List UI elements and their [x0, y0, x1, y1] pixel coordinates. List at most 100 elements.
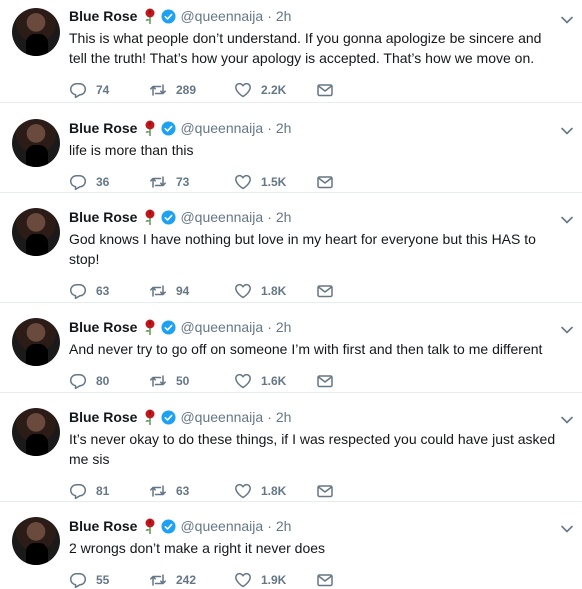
tweet-actions: 63 94 1.8K — [69, 281, 582, 301]
tweet-header: Blue Rose @queennaija · 2h — [69, 517, 582, 535]
envelope-icon — [317, 285, 333, 298]
retweet-button[interactable]: 63 — [149, 482, 234, 500]
retweet-icon — [150, 485, 166, 497]
retweet-count: 63 — [176, 484, 190, 498]
timestamp[interactable]: 2h — [276, 408, 292, 426]
avatar[interactable] — [12, 8, 60, 56]
retweet-count: 242 — [176, 573, 197, 587]
retweet-icon — [150, 285, 166, 297]
heart-icon — [235, 483, 251, 499]
direct-message-button[interactable] — [316, 372, 396, 390]
reply-icon — [69, 175, 87, 191]
chevron-down-icon[interactable] — [560, 123, 574, 135]
timestamp[interactable]: 2h — [276, 7, 292, 25]
chevron-down-icon[interactable] — [560, 412, 574, 424]
reply-button[interactable]: 55 — [69, 571, 149, 589]
chevron-down-icon[interactable] — [560, 212, 574, 224]
user-handle[interactable]: @queennaija — [180, 119, 263, 137]
tweet-feed: Blue Rose @queennaija · 2h This is what … — [0, 0, 582, 589]
reply-button[interactable]: 81 — [69, 482, 149, 500]
avatar[interactable] — [12, 208, 60, 256]
user-handle[interactable]: @queennaija — [180, 208, 263, 226]
display-name[interactable]: Blue Rose — [69, 119, 137, 137]
retweet-button[interactable]: 94 — [149, 282, 234, 300]
reply-count: 55 — [96, 573, 110, 587]
reply-icon — [69, 573, 87, 589]
chevron-down-icon[interactable] — [560, 521, 574, 533]
tweet-text: God knows I have nothing but love in my … — [69, 231, 536, 267]
retweet-button[interactable]: 73 — [149, 173, 234, 191]
timestamp[interactable]: 2h — [276, 208, 292, 226]
like-button[interactable]: 1.8K — [234, 482, 316, 500]
avatar[interactable] — [12, 119, 60, 167]
tweet-actions: 36 73 1.5K — [69, 172, 582, 192]
separator-dot: · — [267, 409, 272, 425]
like-count: 2.2K — [261, 83, 287, 97]
reply-button[interactable]: 63 — [69, 282, 149, 300]
direct-message-button[interactable] — [316, 173, 396, 191]
separator-dot: · — [267, 319, 272, 335]
retweet-button[interactable]: 50 — [149, 372, 234, 390]
user-handle[interactable]: @queennaija — [180, 7, 263, 25]
tweet-header: Blue Rose @queennaija · 2h — [69, 119, 582, 137]
direct-message-button[interactable] — [316, 282, 396, 300]
retweet-button[interactable]: 242 — [149, 571, 234, 589]
tweet-text: 2 wrongs don’t make a right it never doe… — [69, 540, 326, 556]
like-button[interactable]: 1.5K — [234, 173, 316, 191]
tweet[interactable]: Blue Rose @queennaija · 2h It’s never ok… — [0, 393, 582, 502]
like-button[interactable]: 1.8K — [234, 282, 316, 300]
reply-icon — [69, 83, 87, 99]
timestamp[interactable]: 2h — [276, 517, 292, 535]
retweet-icon — [150, 375, 166, 387]
avatar[interactable] — [12, 408, 60, 456]
reply-count: 63 — [96, 284, 110, 298]
verified-badge-icon — [161, 209, 176, 225]
retweet-icon — [150, 84, 166, 96]
reply-button[interactable]: 80 — [69, 372, 149, 390]
display-name[interactable]: Blue Rose — [69, 208, 137, 226]
direct-message-button[interactable] — [316, 571, 396, 589]
tweet-text: And never try to go off on someone I’m w… — [69, 341, 543, 357]
avatar[interactable] — [12, 517, 60, 565]
timestamp[interactable]: 2h — [276, 318, 292, 336]
user-handle[interactable]: @queennaija — [180, 318, 263, 336]
retweet-count: 73 — [176, 175, 190, 189]
tweet[interactable]: Blue Rose @queennaija · 2h God knows I h… — [0, 193, 582, 303]
direct-message-button[interactable] — [316, 81, 396, 99]
tweet[interactable]: Blue Rose @queennaija · 2h 2 wrongs don’… — [0, 502, 582, 589]
rose-emoji — [143, 409, 157, 425]
like-button[interactable]: 2.2K — [234, 81, 316, 99]
rose-emoji — [143, 209, 157, 225]
tweet[interactable]: Blue Rose @queennaija · 2h And never try… — [0, 303, 582, 393]
rose-emoji — [143, 8, 157, 24]
rose-emoji — [143, 120, 157, 136]
like-button[interactable]: 1.9K — [234, 571, 316, 589]
rose-emoji — [143, 319, 157, 335]
like-button[interactable]: 1.6K — [234, 372, 316, 390]
tweet[interactable]: Blue Rose @queennaija · 2h life is more … — [0, 103, 582, 193]
tweet-actions: 55 242 1.9K — [69, 570, 582, 589]
retweet-button[interactable]: 289 — [149, 81, 234, 99]
display-name[interactable]: Blue Rose — [69, 517, 137, 535]
separator-dot: · — [267, 8, 272, 24]
display-name[interactable]: Blue Rose — [69, 7, 137, 25]
like-count: 1.6K — [261, 374, 287, 388]
user-handle[interactable]: @queennaija — [180, 408, 263, 426]
user-handle[interactable]: @queennaija — [180, 517, 263, 535]
retweet-icon — [150, 574, 166, 586]
direct-message-button[interactable] — [316, 482, 396, 500]
reply-icon — [69, 484, 87, 500]
reply-button[interactable]: 36 — [69, 173, 149, 191]
tweet[interactable]: Blue Rose @queennaija · 2h This is what … — [0, 0, 582, 103]
avatar[interactable] — [12, 318, 60, 366]
display-name[interactable]: Blue Rose — [69, 318, 137, 336]
tweet-text: It’s never okay to do these things, if I… — [69, 431, 556, 467]
chevron-down-icon[interactable] — [560, 12, 574, 24]
tweet-actions: 81 63 1.8K — [69, 481, 582, 501]
timestamp[interactable]: 2h — [276, 119, 292, 137]
display-name[interactable]: Blue Rose — [69, 408, 137, 426]
chevron-down-icon[interactable] — [560, 322, 574, 334]
reply-button[interactable]: 74 — [69, 81, 149, 99]
rose-emoji — [143, 518, 157, 534]
reply-icon — [69, 284, 87, 300]
